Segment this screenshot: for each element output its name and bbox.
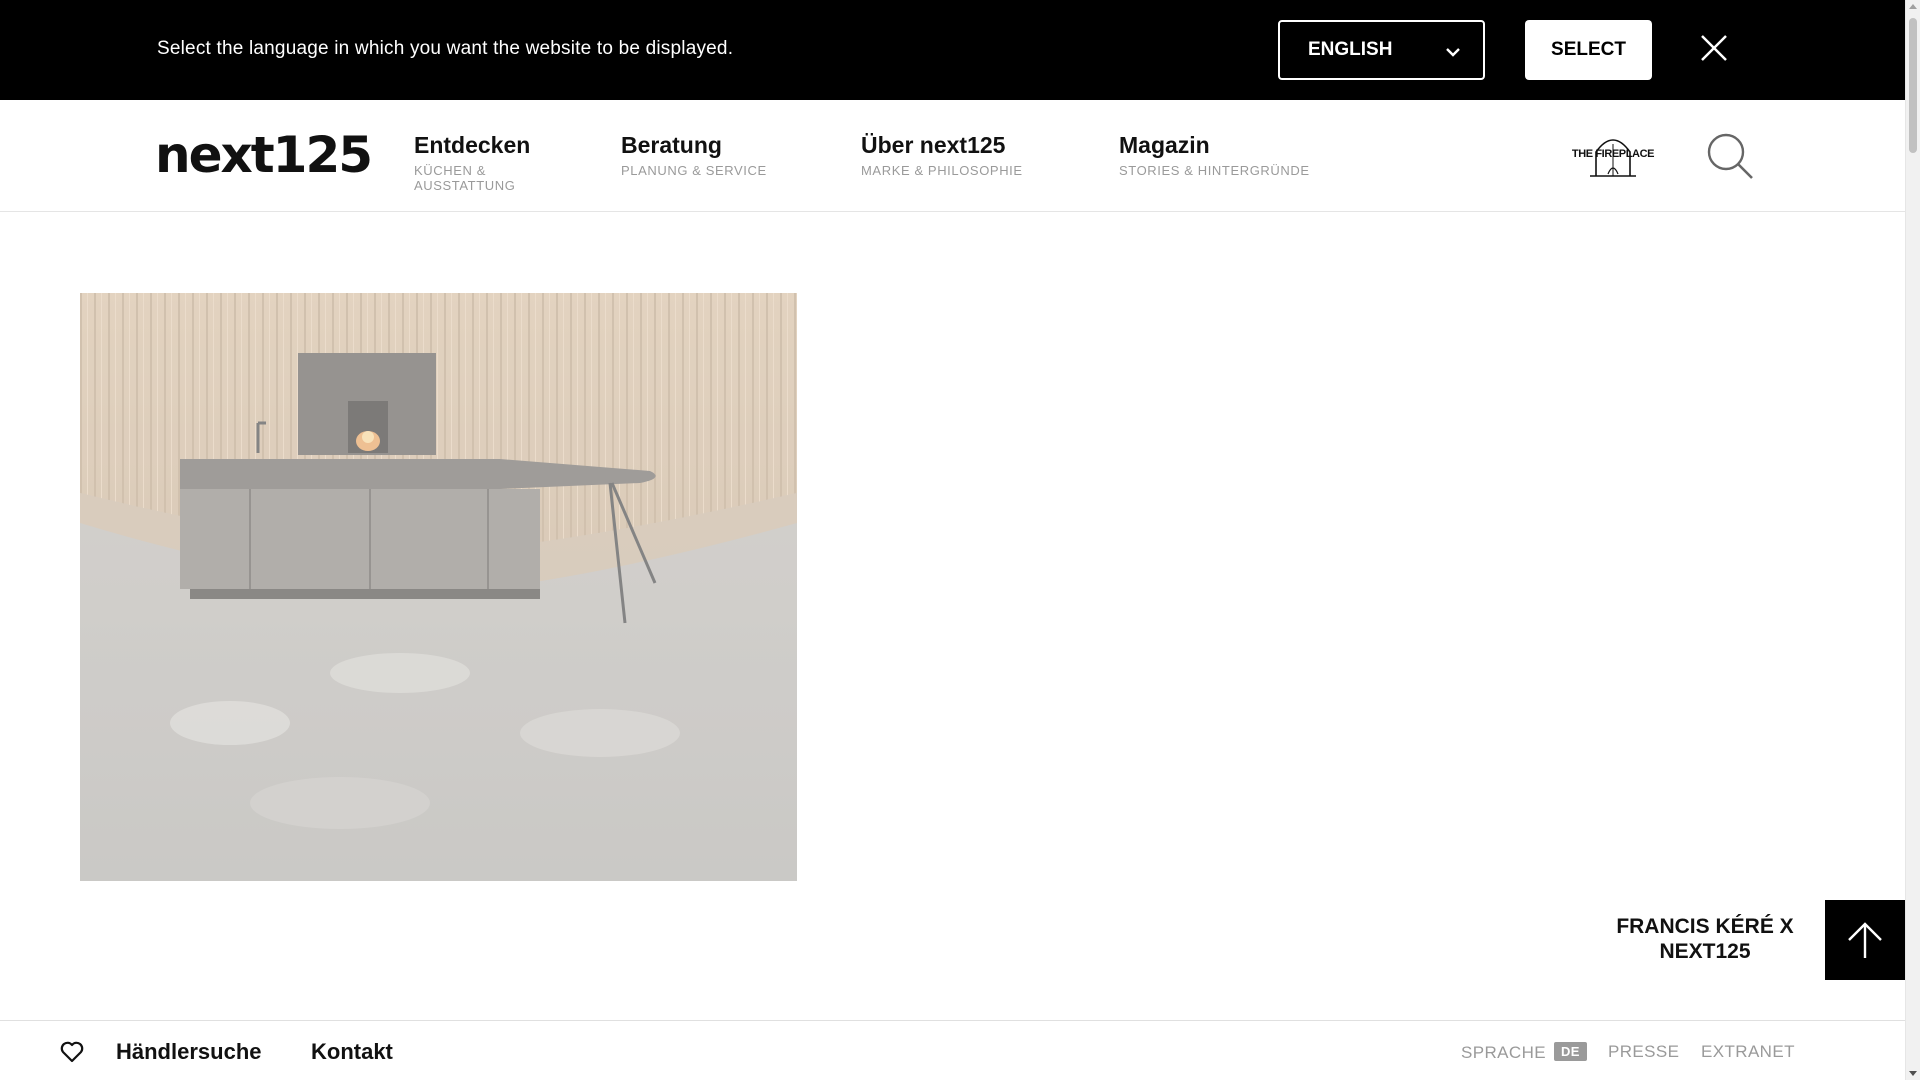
scroll-up-arrow-icon[interactable] [1909, 4, 1917, 9]
nav-item-title: Magazin [1119, 132, 1210, 158]
site-logo[interactable]: next125 [155, 126, 373, 184]
language-banner: Select the language in which you want th… [0, 0, 1905, 100]
heart-icon[interactable] [60, 1041, 84, 1063]
nav-item-subtitle: PLANUNG & SERVICE [621, 163, 767, 178]
back-to-top-button[interactable] [1825, 900, 1905, 980]
language-code-badge: DE [1554, 1042, 1587, 1061]
press-link[interactable]: PRESSE [1608, 1042, 1679, 1062]
page-scrollbar[interactable] [1905, 0, 1920, 1080]
partner-logo-the-fireplace[interactable]: THE FIREPLACE [1570, 130, 1656, 178]
language-banner-message: Select the language in which you want th… [157, 38, 734, 59]
nav-item-magazin[interactable]: Magazin STORIES & HINTERGRÜNDE [1119, 132, 1310, 178]
nav-item-title: Über next125 [861, 132, 1006, 158]
nav-item-subtitle: KÜCHEN & AUSSTATTUNG [414, 163, 516, 193]
nav-item-subtitle: STORIES & HINTERGRÜNDE [1119, 163, 1310, 178]
scrollbar-thumb[interactable] [1909, 18, 1917, 153]
site-header: next125 Entdecken KÜCHEN & AUSSTATTUNG B… [0, 100, 1905, 212]
search-icon[interactable] [1706, 132, 1754, 180]
partner-logo-text: THE FIREPLACE [1571, 148, 1655, 160]
language-select-button[interactable]: SELECT [1525, 20, 1652, 80]
chevron-down-icon [1446, 48, 1460, 57]
language-label: SPRACHE [1461, 1043, 1546, 1062]
hero-image-kitchen-fireplace [80, 293, 797, 881]
arrow-up-icon [1848, 922, 1882, 958]
scroll-down-arrow-icon[interactable] [1909, 1071, 1917, 1076]
language-select-value: ENGLISH [1308, 39, 1393, 60]
extranet-link[interactable]: EXTRANET [1701, 1042, 1795, 1062]
nav-item-entdecken[interactable]: Entdecken KÜCHEN & AUSSTATTUNG [414, 132, 530, 193]
nav-item-title: Entdecken [414, 132, 531, 158]
nav-item-ueber-next125[interactable]: Über next125 MARKE & PHILOSOPHIE [861, 132, 1023, 178]
language-switch[interactable]: SPRACHE DE [1461, 1042, 1587, 1063]
footer-quickbar: Händlersuche Kontakt SPRACHE DE PRESSE EX… [0, 1020, 1905, 1080]
nav-item-beratung[interactable]: Beratung PLANUNG & SERVICE [621, 132, 767, 178]
hero-caption[interactable]: FRANCIS KÉRÉ X NEXT125 [1600, 914, 1810, 964]
dealer-search-link[interactable]: Händlersuche [116, 1039, 262, 1065]
close-icon[interactable] [1700, 34, 1728, 62]
language-select[interactable]: ENGLISH [1278, 20, 1485, 80]
nav-item-title: Beratung [621, 132, 722, 158]
contact-link[interactable]: Kontakt [311, 1039, 393, 1065]
nav-item-subtitle: MARKE & PHILOSOPHIE [861, 163, 1023, 178]
